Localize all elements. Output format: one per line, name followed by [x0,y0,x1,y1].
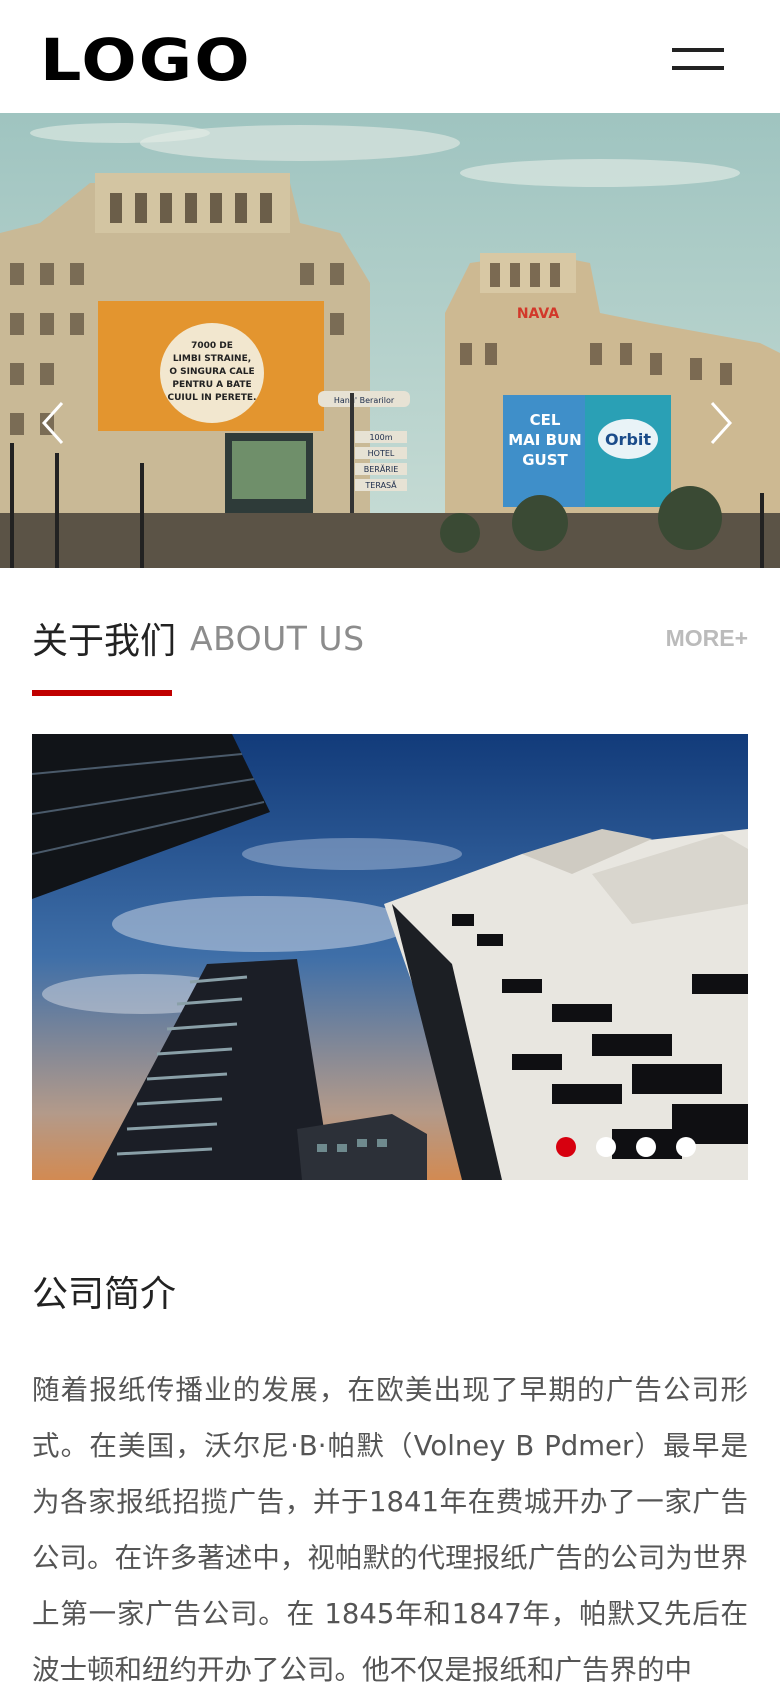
carousel-dot-4[interactable] [676,1137,696,1157]
site-logo[interactable]: LOGO [40,26,252,94]
about-section-header: 关于我们 ABOUT US MORE+ [32,612,748,702]
menu-line [672,48,724,52]
billboard-left-line: 7000 DE [191,341,233,351]
about-image-carousel[interactable] [32,734,748,1180]
hamburger-menu-icon[interactable] [672,46,724,76]
street-sign-text: BERĂRIE [364,463,399,474]
chevron-left-icon[interactable] [34,393,74,453]
street-sign-text: HOTEL [368,449,395,458]
banner-city-image: 7000 DE LIMBI STRAINE, O SINGURA CALE PE… [0,113,780,568]
street-sign-text: 100m [369,433,392,442]
billboard-right-line: MAI BUN [508,431,582,449]
company-intro-paragraph: 随着报纸传播业的发展，在欧美出现了早期的广告公司形式。在美国，沃尔尼·B·帕默（… [32,1374,748,1686]
buildings-image [32,734,748,1180]
street-sign-text: Hanu' Berarilor [334,396,395,405]
billboard-left-line: CUIUL IN PERETE. [168,393,257,403]
rooftop-sign: NAVA [517,306,559,322]
billboard-right-line: CEL [530,411,561,429]
section-underline [32,690,172,696]
billboard-right-line: GUST [522,451,568,469]
billboard-left-line: PENTRU A BATE [172,380,251,390]
more-link[interactable]: MORE+ [666,625,748,652]
menu-line [672,66,724,70]
company-intro-title: 公司简介 [32,1274,177,1315]
billboard-left-line: O SINGURA CALE [169,367,254,377]
billboard-brand: Orbit [605,430,651,449]
about-title-en: ABOUT US [190,619,365,658]
chevron-right-icon[interactable] [700,393,740,453]
billboard-left-line: LIMBI STRAINE, [173,354,251,364]
carousel-dot-2[interactable] [596,1137,616,1157]
hero-banner-carousel[interactable]: 7000 DE LIMBI STRAINE, O SINGURA CALE PE… [0,113,780,568]
carousel-dot-1[interactable] [556,1137,576,1157]
site-header: LOGO [0,0,780,113]
street-sign-text: TERASĂ [364,479,397,490]
about-title-cn: 关于我们 [32,621,177,662]
carousel-dot-3[interactable] [636,1137,656,1157]
